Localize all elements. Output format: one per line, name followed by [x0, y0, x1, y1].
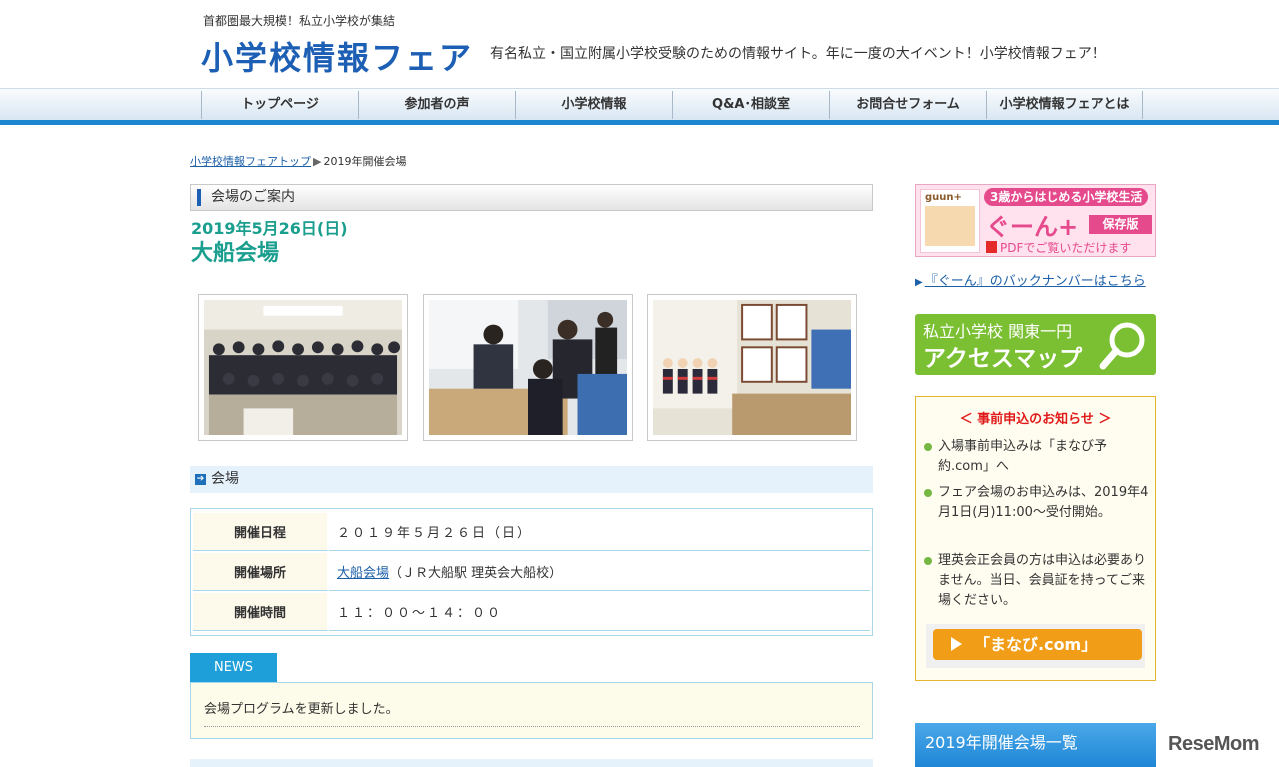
venue-location-text: （ＪＲ大船駅 理英会大船校） — [389, 566, 563, 581]
pdf-icon — [986, 241, 997, 253]
notice-item: フェア会場のお申込みは、2019年4月1日(月)11:00～受付開始。 — [924, 483, 1150, 523]
next-section-strip — [190, 759, 873, 767]
global-nav: トップページ 参加者の声 小学校情報 Q&A･相談室 お問合せフォーム 小学校情… — [0, 88, 1279, 120]
venue-title: 大船会場 — [191, 241, 280, 266]
venue-photo-consultation — [423, 294, 633, 441]
nav-item-contact[interactable]: お問合せフォーム — [829, 91, 986, 119]
nav-accent-bar — [0, 120, 1279, 125]
venue-list-header[interactable]: 2019年開催会場一覧 — [915, 723, 1156, 767]
breadcrumb-separator: ▶ — [313, 155, 322, 168]
magnifier-icon — [1099, 322, 1145, 370]
play-icon — [951, 637, 962, 651]
subsection-title-text: 会場 — [211, 471, 239, 487]
section-title: 会場のご案内 — [190, 184, 873, 211]
access-map-button[interactable]: 私立小学校 関東一円 アクセスマップ — [915, 314, 1156, 375]
table-value-time: １１：００～１４：００ — [329, 593, 870, 631]
manabi-button-wrap: 「まなび.com」 — [926, 624, 1145, 668]
venue-link[interactable]: 大船会場 — [337, 566, 389, 581]
resemom-watermark: ReseMom — [1168, 733, 1259, 755]
table-row: 開催時間 １１：００～１４：００ — [193, 593, 870, 631]
table-label-time: 開催時間 — [193, 593, 329, 631]
backnumber-link[interactable]: ▶ 『ぐーん』のバックナンバーはこちら — [915, 270, 1146, 289]
guun-banner-badge: 保存版 — [1089, 215, 1152, 234]
news-divider — [204, 726, 860, 727]
backnumber-link-text: 『ぐーん』のバックナンバーはこちら — [924, 274, 1146, 289]
notice-title: ＜ 事前申込のお知らせ ＞ — [959, 412, 1112, 427]
nav-item-about[interactable]: 小学校情報フェアとは — [986, 91, 1143, 119]
guun-banner-name: ぐーん+ — [986, 213, 1079, 241]
pre-registration-notice: ＜ 事前申込のお知らせ ＞ 入場事前申込みは「まなび予約.com」へ フェア会場… — [915, 396, 1156, 681]
guun-book-cover: guun+ — [920, 189, 980, 253]
manabi-button-label: 「まなび.com」 — [974, 635, 1098, 654]
site-description: 有名私立・国立附属小学校受験のための情報サイト。年に一度の大イベント！小学校情報… — [490, 46, 1106, 62]
guun-cover-image — [925, 206, 975, 246]
venue-photo-group — [198, 294, 408, 441]
venue-info-table: 開催日程 ２０１９年５月２６日（日） 開催場所 大船会場（ＪＲ大船駅 理英会大船… — [190, 508, 873, 636]
subsection-title: ➔ 会場 — [190, 466, 873, 493]
breadcrumb: 小学校情報フェアトップ ▶ 2019年開催会場 — [190, 153, 406, 169]
venue-photo-exhibit — [647, 294, 857, 441]
triangle-right-icon: ▶ — [915, 277, 923, 288]
guun-pdf-label: PDFでご覧いただけます — [1000, 241, 1132, 255]
table-label-date: 開催日程 — [193, 513, 329, 551]
site-logo[interactable]: 小学校情報フェア — [201, 33, 473, 79]
news-tab[interactable]: NEWS — [190, 653, 277, 682]
notice-item: 入場事前申込みは「まなび予約.com」へ — [924, 437, 1150, 477]
nav-item-qa[interactable]: Q&A･相談室 — [672, 91, 829, 119]
guun-banner[interactable]: guun+ 3歳からはじめる小学校生活 ぐーん+ 保存版 PDFでご覧いただけま… — [915, 184, 1156, 257]
guun-banner-pdf-text: PDFでご覧いただけます — [986, 239, 1131, 256]
nav-item-top[interactable]: トップページ — [201, 91, 358, 119]
guun-book-label: guun+ — [925, 192, 962, 203]
table-value-date: ２０１９年５月２６日（日） — [329, 513, 870, 551]
access-map-line2: アクセスマップ — [923, 346, 1083, 372]
table-label-place: 開催場所 — [193, 553, 329, 591]
news-box: 会場プログラムを更新しました。 — [190, 682, 873, 739]
table-row: 開催日程 ２０１９年５月２６日（日） — [193, 513, 870, 551]
breadcrumb-current: 2019年開催会場 — [323, 155, 407, 168]
notice-item: 理英会正会員の方は申込は必要ありません。当日、会員証を持ってご来場ください。 — [924, 551, 1150, 611]
site-header: 首都圏最大規模！私立小学校が集結 小学校情報フェア 有名私立・国立附属小学校受験… — [0, 0, 1279, 88]
nav-item-school-info[interactable]: 小学校情報 — [515, 91, 672, 119]
breadcrumb-home-link[interactable]: 小学校情報フェアトップ — [190, 155, 311, 168]
table-value-place: 大船会場（ＪＲ大船駅 理英会大船校） — [329, 553, 870, 591]
nav-item-voices[interactable]: 参加者の声 — [358, 91, 515, 119]
site-tagline: 首都圏最大規模！私立小学校が集結 — [203, 14, 396, 28]
arrow-right-icon: ➔ — [195, 474, 206, 485]
table-row: 開催場所 大船会場（ＪＲ大船駅 理英会大船校） — [193, 553, 870, 591]
news-item: 会場プログラムを更新しました。 — [204, 702, 399, 717]
manabi-button[interactable]: 「まなび.com」 — [933, 629, 1142, 660]
guun-banner-top-text: 3歳からはじめる小学校生活 — [984, 188, 1149, 206]
